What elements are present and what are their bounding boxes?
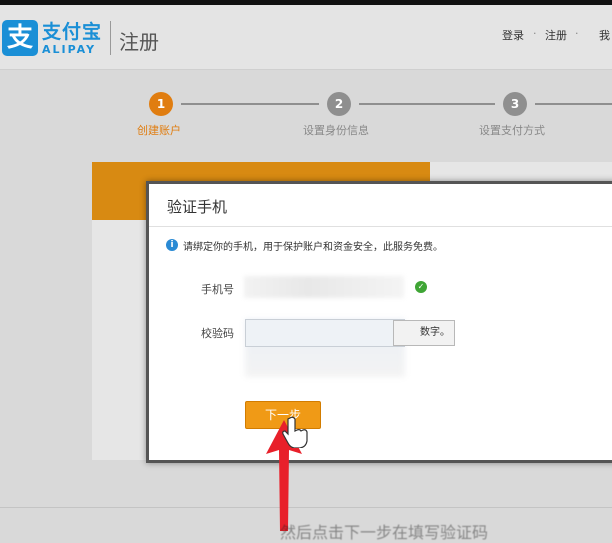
check-icon: ✓ xyxy=(415,281,427,293)
dialog-title-divider xyxy=(149,226,612,227)
step-progress: 1 2 3 创建账户 设置身份信息 设置支付方式 xyxy=(0,88,612,148)
verification-code-input[interactable] xyxy=(245,319,405,347)
hand-cursor-icon xyxy=(282,416,308,448)
verify-phone-dialog: 验证手机 i 请绑定你的手机，用于保护账户和资金安全，此服务免费。 手机号 ✓ … xyxy=(146,181,612,463)
step-3-label: 设置支付方式 xyxy=(479,124,545,137)
logo-text-en: ALIPAY xyxy=(42,43,97,56)
code-label: 校验码 xyxy=(201,327,234,340)
nav-my[interactable]: 我 xyxy=(599,27,610,43)
send-code-button[interactable]: 数字。 xyxy=(393,320,455,346)
alipay-logo-icon[interactable]: 支 xyxy=(2,20,38,56)
step-2-label: 设置身份信息 xyxy=(303,124,369,137)
step-connector xyxy=(359,103,495,105)
logo-divider xyxy=(110,21,111,55)
site-header: 支 支付宝 ALIPAY 注册 登录 · 注册 · 我 xyxy=(0,5,612,70)
dialog-notice: 请绑定你的手机，用于保护账户和资金安全，此服务免费。 xyxy=(183,242,443,253)
nav-login[interactable]: 登录 xyxy=(502,27,524,43)
step-2-circle: 2 xyxy=(327,92,351,116)
phone-number-value xyxy=(244,276,404,298)
nav-register[interactable]: 注册 xyxy=(545,27,567,43)
footer-divider xyxy=(0,507,612,508)
nav-separator: · xyxy=(575,27,579,40)
dialog-title: 验证手机 xyxy=(167,198,228,216)
info-icon: i xyxy=(166,239,178,251)
nav-separator: · xyxy=(533,27,537,40)
step-connector xyxy=(181,103,319,105)
step-1-label: 创建账户 xyxy=(137,124,181,137)
page-title: 注册 xyxy=(119,30,159,54)
phone-label: 手机号 xyxy=(201,283,234,296)
step-1-circle: 1 xyxy=(149,92,173,116)
logo-text-cn[interactable]: 支付宝 xyxy=(42,17,102,44)
step-3-circle: 3 xyxy=(503,92,527,116)
instruction-overlay-text: 然后点击下一步在填写验证码 xyxy=(280,523,489,542)
step-connector xyxy=(535,103,612,105)
